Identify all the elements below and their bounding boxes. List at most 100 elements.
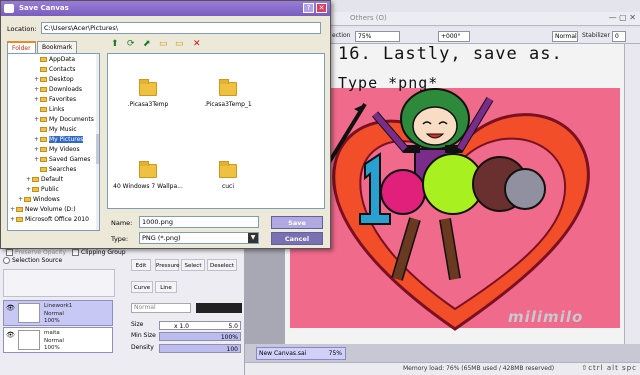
tree-node[interactable]: + Microsoft Office 2010 <box>10 215 89 224</box>
layer-toolbar[interactable] <box>3 269 115 297</box>
tree-node[interactable]: + My Pictures <box>34 135 84 144</box>
selection-source-option[interactable]: Selection Source <box>3 257 62 264</box>
tree-node[interactable]: + Downloads <box>34 85 82 94</box>
rotation-select[interactable]: +000° <box>438 31 470 42</box>
tool-line[interactable]: Line <box>155 281 177 293</box>
tree-node[interactable]: + Saved Games <box>34 155 90 164</box>
folder-icon <box>40 107 47 112</box>
preserve-opacity-option[interactable]: Preserve Opacity <box>6 249 66 256</box>
layer-item[interactable]: 👁 maita Normal 100% <box>3 327 113 353</box>
up-folder-icon[interactable]: ⬆ <box>111 39 119 49</box>
layer-thumbnail <box>18 330 40 350</box>
tree-node[interactable]: + Public <box>26 185 59 194</box>
brush-mode-select[interactable]: Normal <box>131 303 191 313</box>
tutorial-type-text: Type *png* <box>338 74 439 92</box>
tree-node[interactable]: Contacts <box>34 65 75 74</box>
menu-bar: Others (O) — ▢ ✕ <box>330 12 640 26</box>
tree-node[interactable]: My Music <box>34 125 77 134</box>
tab-folder[interactable]: Folder <box>7 41 36 53</box>
tree-node[interactable]: + Favorites <box>34 95 76 104</box>
tree-node[interactable]: + Windows <box>18 195 60 204</box>
zoom-select[interactable]: 75% <box>355 31 400 42</box>
tree-node[interactable]: + Default <box>26 175 63 184</box>
density-slider[interactable]: Density 100 <box>131 344 243 353</box>
size-multiplier[interactable]: x 1.0 <box>174 323 189 330</box>
brush-shape-selector[interactable] <box>196 303 242 313</box>
toolbar: ection 75% +000° Normal Stabilizer 0 <box>330 28 640 44</box>
location-input[interactable]: C:\Users\Acer\Pictures\ <box>41 22 321 34</box>
stabilizer-select[interactable]: 0 <box>612 31 626 42</box>
location-label: Location: <box>7 25 37 33</box>
folder-icon <box>32 187 39 192</box>
help-button[interactable]: ? <box>303 3 314 13</box>
folder-icon <box>24 197 31 202</box>
folder-icon <box>40 137 47 142</box>
save-canvas-dialog: Save Canvas ? ✕ Location: C:\Users\Acer\… <box>0 0 331 249</box>
layer-opacity: 100% <box>44 318 60 324</box>
layer-opacity: 100% <box>44 345 60 351</box>
folder-icon <box>40 87 47 92</box>
filename-input[interactable]: 1000.png <box>139 216 259 228</box>
layer-name: Linework1 <box>44 303 73 309</box>
save-button[interactable]: Save <box>271 216 323 229</box>
tree-node[interactable]: + My Videos <box>34 145 80 154</box>
layer-item[interactable]: 👁 Linework1 Normal 100% <box>3 300 113 326</box>
folder-icon <box>16 217 23 222</box>
folder-icon <box>16 207 23 212</box>
window-controls[interactable]: — ▢ ✕ <box>609 13 636 22</box>
eye-icon[interactable]: 👁 <box>6 304 15 312</box>
tool-deselect[interactable]: Deselect <box>207 259 237 271</box>
folder-icon <box>40 57 47 62</box>
bookmark-icon[interactable]: ⬈ <box>143 39 151 49</box>
tab-bookmark[interactable]: Bookmark <box>37 41 78 53</box>
folder-tree[interactable]: AppData Contacts + Desktop + Downloads + Favori… <box>7 53 100 231</box>
folder-icon <box>40 127 47 132</box>
tree-node[interactable]: AppData <box>34 55 75 64</box>
file-item[interactable]: 40 Windows 7 Wallpa... <box>108 161 188 204</box>
tree-node[interactable]: Links <box>34 105 64 114</box>
new-folder-icon[interactable]: ▭ <box>175 39 184 49</box>
tool-panel: Preserve Opacity Clipping Group Selectio… <box>0 245 245 375</box>
file-list[interactable]: .Picasa3Temp .Picasa3Temp_1 40 Windows 7… <box>107 53 325 209</box>
folder-icon[interactable]: ▭ <box>159 39 168 49</box>
folder-icon <box>40 167 47 172</box>
min-size-slider[interactable]: Min Size 100% <box>131 332 243 341</box>
document-tab[interactable]: New Canvas.sai 75% <box>256 347 346 360</box>
app-icon <box>4 4 14 13</box>
layer-mode: Normal <box>44 338 64 344</box>
refresh-icon[interactable]: ⟳ <box>127 39 135 49</box>
delete-icon[interactable]: ✕ <box>193 39 201 49</box>
close-button[interactable]: ✕ <box>316 3 327 13</box>
dialog-titlebar[interactable]: Save Canvas ? ✕ <box>1 1 330 16</box>
size-slider[interactable]: Size x 1.0 5.0 <box>131 321 243 330</box>
folder-icon <box>139 79 157 96</box>
chevron-down-icon[interactable]: ▼ <box>248 233 258 243</box>
canvas-scrollbar[interactable] <box>624 44 640 344</box>
tool-pressure[interactable]: Pressure <box>155 259 180 271</box>
tree-scrollbar[interactable] <box>96 54 99 230</box>
tree-node[interactable]: + My Documents <box>34 115 94 124</box>
watermark: milimilo <box>508 308 584 326</box>
clipping-group-option[interactable]: Clipping Group <box>72 249 126 256</box>
tool-edit[interactable]: Edit <box>131 259 151 271</box>
menu-others[interactable]: Others (O) <box>350 14 387 22</box>
file-type-select[interactable]: PNG (*.png) ▼ <box>139 232 259 244</box>
cancel-button[interactable]: Cancel <box>271 232 323 245</box>
tutorial-step-text: 16. Lastly, save as. <box>338 44 563 64</box>
tool-select[interactable]: Select <box>181 259 205 271</box>
file-item[interactable]: cuci <box>188 161 268 204</box>
tree-node[interactable]: Searches <box>34 165 76 174</box>
file-item[interactable]: .Picasa3Temp_1 <box>188 79 268 122</box>
folder-icon <box>40 157 47 162</box>
folder-icon <box>219 79 237 96</box>
file-item[interactable]: .Picasa3Temp <box>108 79 188 122</box>
layer-thumbnail <box>18 303 40 323</box>
tree-node[interactable]: + New Volume (D:) <box>10 205 76 214</box>
eye-icon[interactable]: 👁 <box>6 331 15 339</box>
blend-mode-select[interactable]: Normal <box>552 31 578 42</box>
folder-icon <box>139 161 157 178</box>
tool-curve[interactable]: Curve <box>131 281 153 293</box>
tree-node[interactable]: + Desktop <box>34 75 74 84</box>
status-bar: Memory load: 76% (65MB used / 428MB rese… <box>245 362 640 375</box>
folder-icon <box>40 117 47 122</box>
